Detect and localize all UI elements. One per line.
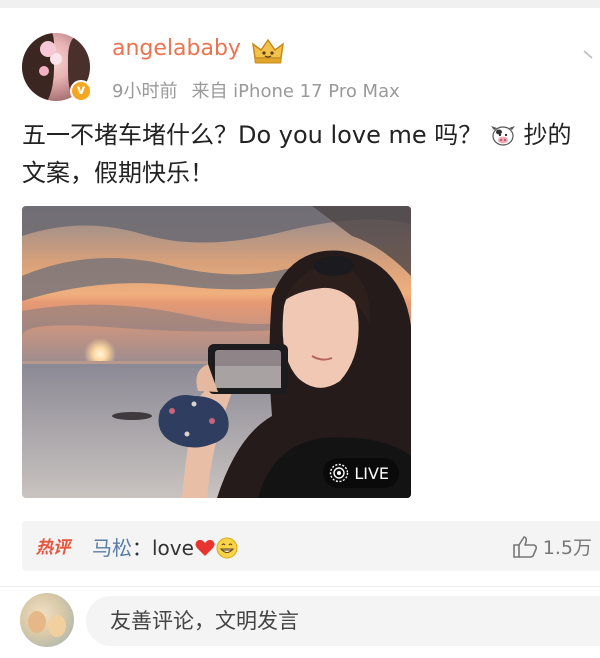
heart-emoji-icon xyxy=(195,539,215,556)
post-meta: 9小时前 来自 iPhone 17 Pro Max xyxy=(112,77,414,103)
live-photo-icon xyxy=(330,463,349,483)
post-time: 9小时前 xyxy=(112,81,178,102)
cow-emoji-icon xyxy=(490,126,515,146)
hot-comment-text: 马松：love xyxy=(92,532,238,561)
hot-comment-tag: 热评 xyxy=(36,538,70,558)
avatar-flowers xyxy=(40,41,56,57)
thumbs-up-icon xyxy=(512,535,537,558)
post-source[interactable]: 来自 iPhone 17 Pro Max xyxy=(191,81,399,102)
post-text-part1: 五一不堵车堵什么？Do you love me 吗？ xyxy=(22,121,483,149)
live-label: LIVE xyxy=(354,463,389,483)
post-photo[interactable]: LIVE xyxy=(22,206,411,498)
my-avatar-figure-left xyxy=(28,611,46,633)
post-text: 五一不堵车堵什么？Do you love me 吗？ 抄的文案，假期快乐！ xyxy=(22,116,590,192)
photo-scene xyxy=(22,206,411,498)
hot-comment-content: love xyxy=(152,536,194,560)
hot-comment-separator: ： xyxy=(132,536,152,560)
chevron-icon[interactable] xyxy=(582,46,600,64)
grin-emoji-icon xyxy=(216,537,238,559)
my-avatar-figure-right xyxy=(48,615,66,637)
hot-comment-author[interactable]: 马松 xyxy=(92,536,132,560)
hot-comment[interactable]: 热评 马松：love 1.5万 xyxy=(22,521,600,571)
hot-comment-like-count: 1.5万 xyxy=(542,537,592,559)
verified-badge-icon: v xyxy=(70,80,92,102)
top-divider-strip xyxy=(0,0,600,8)
hot-comment-like[interactable]: 1.5万 xyxy=(512,533,592,560)
comment-bar-divider xyxy=(0,586,600,587)
live-photo-badge[interactable]: LIVE xyxy=(323,458,399,488)
crown-badge-icon xyxy=(252,38,284,64)
username[interactable]: angelababy xyxy=(112,36,241,61)
my-avatar[interactable] xyxy=(20,593,74,647)
comment-input[interactable] xyxy=(86,596,600,646)
